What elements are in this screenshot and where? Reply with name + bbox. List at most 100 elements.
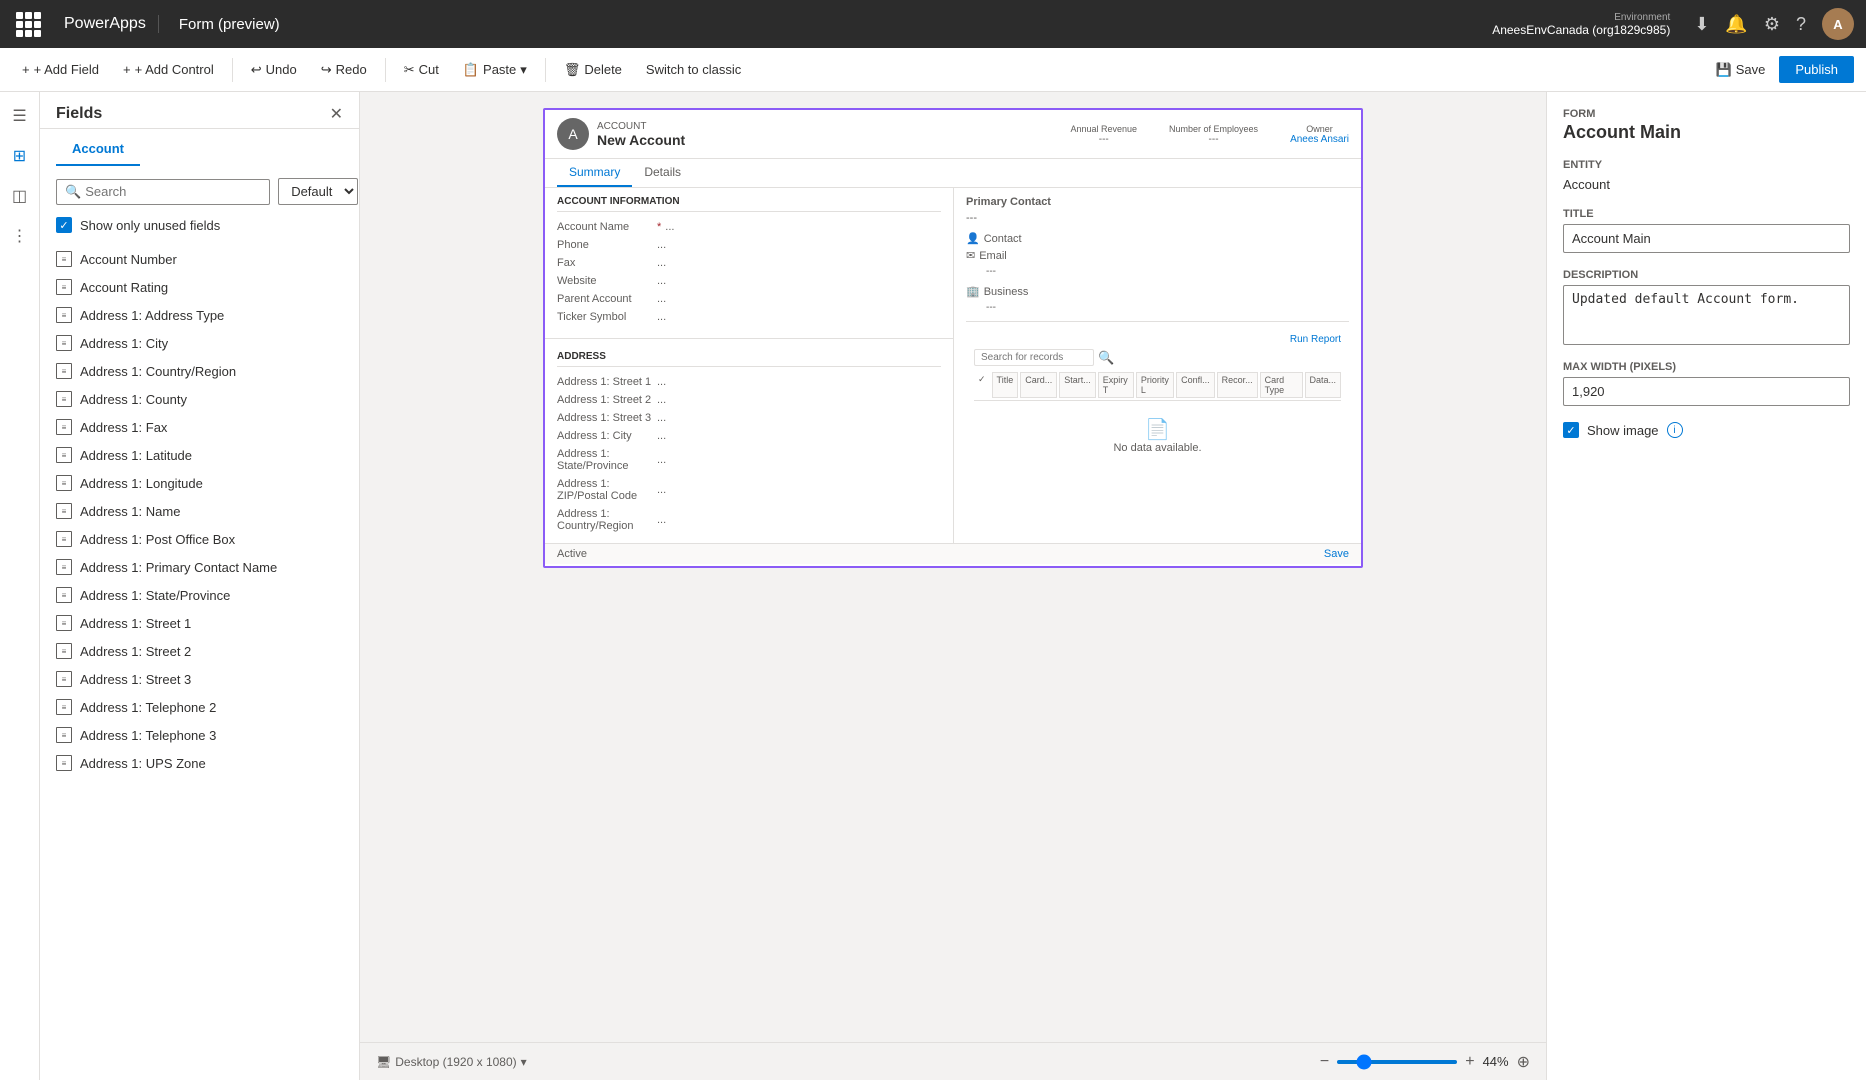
zoom-slider[interactable]: [1337, 1060, 1457, 1064]
search-input[interactable]: [85, 184, 261, 199]
list-item[interactable]: ≡ Address 1: Fax: [40, 413, 359, 441]
paste-button[interactable]: 📋 Paste ▾: [453, 58, 537, 82]
form-field-row: Address 1: City ...: [557, 427, 941, 445]
nav-hamburger-icon[interactable]: ☰: [4, 100, 36, 132]
list-item[interactable]: ≡ Address 1: Longitude: [40, 469, 359, 497]
paste-icon: 📋: [463, 62, 479, 78]
list-item[interactable]: ≡ Address 1: Primary Contact Name: [40, 553, 359, 581]
title-input[interactable]: [1563, 224, 1850, 253]
cut-button[interactable]: ✂ Cut: [394, 58, 449, 82]
show-image-checkbox[interactable]: [1563, 422, 1579, 438]
list-item[interactable]: ≡ Account Rating: [40, 273, 359, 301]
list-item[interactable]: ≡ Address 1: Country/Region: [40, 357, 359, 385]
col-priority[interactable]: Priority L: [1136, 372, 1174, 398]
redo-button[interactable]: ↪ Redo: [311, 58, 377, 82]
col-cardtype[interactable]: Card Type: [1260, 372, 1303, 398]
col-confl[interactable]: Confl...: [1176, 372, 1215, 398]
filter-select[interactable]: Default: [278, 178, 358, 205]
tab-details[interactable]: Details: [632, 159, 693, 187]
description-textarea[interactable]: Updated default Account form.: [1563, 285, 1850, 345]
redo-icon: ↪: [321, 62, 332, 78]
app-name: PowerApps: [52, 15, 159, 33]
col-title[interactable]: Title: [992, 372, 1019, 398]
nav-fields-icon[interactable]: ⊞: [4, 140, 36, 172]
device-selector[interactable]: 🖥 Desktop (1920 x 1080) ▾: [376, 1055, 527, 1069]
primary-contact-value: ---: [966, 212, 1349, 224]
list-item[interactable]: ≡ Address 1: Telephone 3: [40, 721, 359, 749]
fields-list: ≡ Account Number ≡ Account Rating ≡ Addr…: [40, 241, 359, 1080]
entity-row: Entity Account: [1563, 159, 1850, 192]
list-item[interactable]: ≡ Address 1: State/Province: [40, 581, 359, 609]
add-field-button[interactable]: + + Add Field: [12, 58, 109, 81]
zoom-in-button[interactable]: +: [1465, 1053, 1474, 1071]
contact-icon: 👤: [966, 232, 980, 245]
tab-summary[interactable]: Summary: [557, 159, 632, 187]
zoom-controls: − + 44% ⊕: [1320, 1052, 1530, 1072]
list-item[interactable]: ≡ Address 1: City: [40, 329, 359, 357]
list-item[interactable]: ≡ Address 1: Name: [40, 497, 359, 525]
fields-search-row: 🔍 Default ▾: [40, 170, 359, 213]
paste-dropdown-icon: ▾: [520, 62, 527, 78]
form-field-row: Fax ...: [557, 254, 941, 272]
list-item[interactable]: ≡ Account Number: [40, 245, 359, 273]
col-recor[interactable]: Recor...: [1217, 372, 1258, 398]
fields-account-tab[interactable]: Account: [56, 133, 140, 166]
fit-screen-button[interactable]: ⊕: [1517, 1052, 1530, 1072]
main-area: ☰ ⊞ ◫ ⋮ Fields ✕ Account 🔍 Default ▾ Sho…: [0, 92, 1866, 1080]
search-box[interactable]: 🔍: [56, 179, 270, 205]
chevron-down-icon: ▾: [521, 1055, 527, 1069]
show-unused-checkbox[interactable]: [56, 217, 72, 233]
separator-3: [545, 58, 546, 82]
list-item[interactable]: ≡ Address 1: County: [40, 385, 359, 413]
help-icon[interactable]: ?: [1796, 14, 1806, 35]
email-item: ✉ Email: [966, 249, 1349, 262]
add-control-icon: +: [123, 62, 131, 77]
list-item[interactable]: ≡ Address 1: Street 1: [40, 609, 359, 637]
list-item[interactable]: ≡ Address 1: Address Type: [40, 301, 359, 329]
run-report-button[interactable]: Run Report: [1290, 334, 1341, 345]
info-icon[interactable]: i: [1667, 422, 1683, 438]
publish-button[interactable]: Publish: [1779, 56, 1854, 83]
gear-icon[interactable]: ⚙: [1764, 14, 1780, 35]
list-item[interactable]: ≡ Address 1: UPS Zone: [40, 749, 359, 777]
download-icon[interactable]: ⬇: [1694, 14, 1709, 35]
col-data[interactable]: Data...: [1305, 372, 1342, 398]
status-save[interactable]: Save: [1324, 548, 1349, 560]
account-icon: A: [557, 118, 589, 150]
fields-panel: Fields ✕ Account 🔍 Default ▾ Show only u…: [40, 92, 360, 1080]
canvas-bottom-bar: 🖥 Desktop (1920 x 1080) ▾ − + 44% ⊕: [360, 1042, 1546, 1080]
max-width-input[interactable]: [1563, 377, 1850, 406]
add-field-icon: +: [22, 62, 30, 77]
zoom-out-button[interactable]: −: [1320, 1053, 1329, 1071]
col-start[interactable]: Start...: [1059, 372, 1096, 398]
list-item[interactable]: ≡ Address 1: Latitude: [40, 441, 359, 469]
list-item[interactable]: ≡ Address 1: Street 2: [40, 637, 359, 665]
field-type-icon: ≡: [56, 503, 72, 519]
form-tabs: Summary Details: [545, 159, 1361, 188]
cut-icon: ✂: [404, 62, 415, 78]
list-item[interactable]: ≡ Address 1: Telephone 2: [40, 693, 359, 721]
bell-icon[interactable]: 🔔: [1725, 14, 1747, 35]
waffle-icon[interactable]: [12, 8, 44, 40]
nav-tree-icon[interactable]: ⋮: [4, 220, 36, 252]
address-title: ADDRESS: [557, 351, 941, 367]
avatar[interactable]: A: [1822, 8, 1854, 40]
undo-icon: ↩: [251, 62, 262, 78]
field-type-icon: ≡: [56, 699, 72, 715]
add-control-button[interactable]: + + Add Control: [113, 58, 224, 81]
primary-contact-label: Primary Contact: [966, 196, 1349, 208]
fields-close-button[interactable]: ✕: [330, 104, 343, 124]
switch-classic-button[interactable]: Switch to classic: [636, 58, 751, 81]
form-field-row: Address 1: ZIP/Postal Code ...: [557, 475, 941, 505]
search-records-input[interactable]: [974, 349, 1094, 366]
list-item[interactable]: ≡ Address 1: Post Office Box: [40, 525, 359, 553]
col-expiry[interactable]: Expiry T: [1098, 372, 1134, 398]
save-button[interactable]: 💾 Save: [1706, 58, 1776, 82]
undo-button[interactable]: ↩ Undo: [241, 58, 307, 82]
delete-button[interactable]: 🗑 Delete: [554, 58, 632, 82]
col-card[interactable]: Card...: [1020, 372, 1057, 398]
list-item[interactable]: ≡ Address 1: Street 3: [40, 665, 359, 693]
nav-components-icon[interactable]: ◫: [4, 180, 36, 212]
num-employees-field: Number of Employees ---: [1169, 124, 1258, 145]
search-records-icon[interactable]: 🔍: [1098, 350, 1114, 366]
